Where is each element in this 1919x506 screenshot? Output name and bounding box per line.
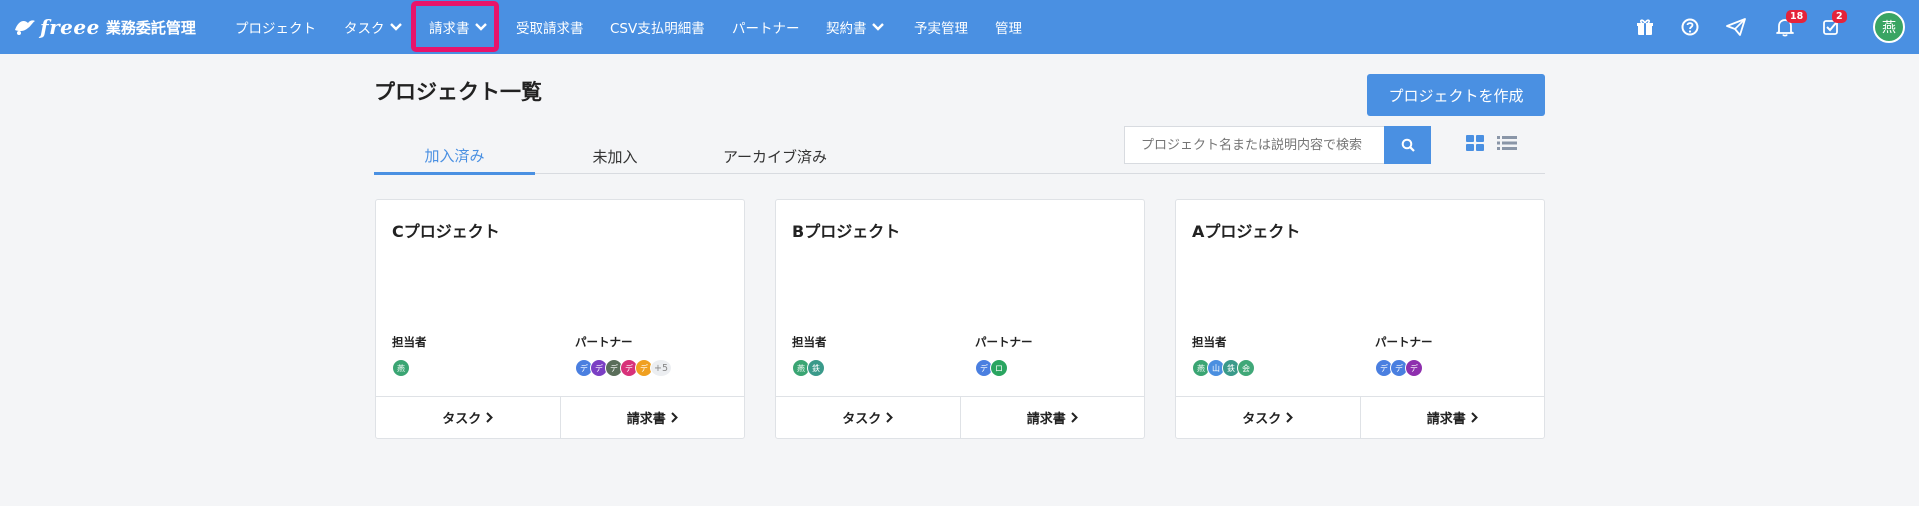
owner-label: 担当者 — [392, 335, 427, 349]
nav-partners-label: パートナー — [732, 21, 800, 37]
project-search-input[interactable] — [1124, 126, 1384, 164]
search-icon — [1401, 138, 1415, 152]
list-view-icon[interactable] — [1497, 135, 1517, 155]
user-avatar[interactable]: 燕 — [1873, 11, 1905, 43]
project-card[interactable]: Cプロジェクト 担当者 パートナー 燕 デデデデデ +5 タスク 請求書 — [375, 199, 745, 439]
more-avatars-chip[interactable]: +5 — [650, 359, 672, 377]
card-task-label: タスク — [1242, 412, 1282, 427]
paper-plane-icon[interactable] — [1723, 14, 1749, 40]
nav-budget-label: 予実管理 — [914, 21, 968, 37]
task-count-badge: 2 — [1832, 10, 1847, 23]
tasks-check-button[interactable]: 2 — [1818, 10, 1847, 40]
card-task-button[interactable]: タスク — [376, 397, 560, 438]
card-invoice-label: 請求書 — [1026, 412, 1066, 427]
nav-tasks-label: タスク — [344, 21, 385, 37]
card-invoice-button[interactable]: 請求書 — [959, 397, 1145, 438]
card-footer: タスク 請求書 — [376, 396, 744, 438]
tab-archived[interactable]: アーカイブ済み — [695, 138, 855, 174]
owner-avatars: 燕 — [392, 359, 410, 377]
project-card[interactable]: Aプロジェクト 担当者 パートナー 燕山鉄会 デデデ タスク 請求書 — [1175, 199, 1545, 439]
card-footer: タスク 請求書 — [776, 396, 1144, 438]
nav-tasks[interactable]: タスク — [344, 0, 402, 54]
tab-not-joined[interactable]: 未加入 — [535, 138, 695, 174]
nav-projects[interactable]: プロジェクト — [235, 0, 316, 54]
help-icon[interactable] — [1677, 14, 1703, 40]
nav-csv-payment-label: CSV支払明細書 — [610, 21, 705, 37]
page-title: プロジェクト一覧 — [374, 80, 542, 104]
owner-avatars: 燕鉄 — [792, 359, 825, 377]
nav-contracts[interactable]: 契約書 — [826, 0, 884, 54]
nav-received-invoices-label: 受取請求書 — [516, 21, 584, 37]
brand[interactable]: freee 業務委託管理 — [14, 12, 196, 42]
card-task-label: タスク — [842, 412, 882, 427]
nav-csv-payment[interactable]: CSV支払明細書 — [610, 0, 705, 54]
chevron-down-icon — [389, 23, 402, 31]
card-task-button[interactable]: タスク — [776, 397, 960, 438]
freee-logo: freee — [40, 15, 100, 39]
nav-invoices-highlight — [411, 1, 499, 52]
search-button[interactable] — [1384, 126, 1431, 164]
chevron-right-icon — [671, 412, 678, 423]
tab-joined[interactable]: 加入済み — [374, 138, 535, 175]
card-invoice-button[interactable]: 請求書 — [559, 397, 745, 438]
card-invoice-label: 請求書 — [626, 412, 666, 427]
partner-label: パートナー — [575, 335, 633, 349]
project-card[interactable]: Bプロジェクト 担当者 パートナー 燕鉄 デロ タスク 請求書 — [775, 199, 1145, 439]
project-card-title: Bプロジェクト — [792, 222, 901, 241]
partner-avatars: デロ — [975, 359, 1008, 377]
partner-avatars: デデデ — [1375, 359, 1423, 377]
avatar-chip: デ — [1405, 359, 1423, 377]
chevron-right-icon — [1071, 412, 1078, 423]
chevron-right-icon — [1286, 412, 1294, 423]
project-card-title: Aプロジェクト — [1192, 222, 1301, 241]
card-invoice-button[interactable]: 請求書 — [1359, 397, 1545, 438]
nav-admin-label: 管理 — [995, 21, 1022, 37]
create-project-button[interactable]: プロジェクトを作成 — [1367, 74, 1545, 116]
card-task-button[interactable]: タスク — [1176, 397, 1360, 438]
nav-partners[interactable]: パートナー — [732, 0, 800, 54]
project-card-title: Cプロジェクト — [392, 222, 500, 241]
avatar-chip: 鉄 — [807, 359, 825, 377]
product-name: 業務委託管理 — [105, 18, 196, 37]
card-invoice-label: 請求書 — [1426, 412, 1466, 427]
gift-icon[interactable] — [1632, 14, 1658, 40]
nav-contracts-label: 契約書 — [826, 21, 867, 37]
card-footer: タスク 請求書 — [1176, 396, 1544, 438]
notifications-button[interactable]: 18 — [1772, 10, 1808, 40]
owner-avatars: 燕山鉄会 — [1192, 359, 1255, 377]
chevron-down-icon — [871, 23, 884, 31]
partner-avatars: デデデデデ +5 — [575, 359, 672, 377]
owner-label: 担当者 — [792, 335, 827, 349]
nav-projects-label: プロジェクト — [235, 21, 316, 37]
freee-bird-logo-icon — [15, 20, 35, 35]
notification-count-badge: 18 — [1786, 10, 1808, 23]
top-navbar: freee 業務委託管理 プロジェクト タスク 請求書 受取請求書 CSV支払明… — [0, 0, 1919, 54]
chevron-right-icon — [886, 412, 894, 423]
partner-label: パートナー — [1375, 335, 1433, 349]
avatar-chip: 燕 — [392, 359, 410, 377]
avatar-chip: ロ — [990, 359, 1008, 377]
grid-view-icon[interactable] — [1466, 135, 1484, 155]
nav-received-invoices[interactable]: 受取請求書 — [516, 0, 584, 54]
partner-label: パートナー — [975, 335, 1033, 349]
nav-admin[interactable]: 管理 — [995, 0, 1022, 54]
card-task-label: タスク — [442, 412, 482, 427]
chevron-right-icon — [486, 412, 494, 423]
owner-label: 担当者 — [1192, 335, 1227, 349]
avatar-chip: 会 — [1237, 359, 1255, 377]
chevron-right-icon — [1471, 412, 1478, 423]
nav-budget[interactable]: 予実管理 — [914, 0, 968, 54]
